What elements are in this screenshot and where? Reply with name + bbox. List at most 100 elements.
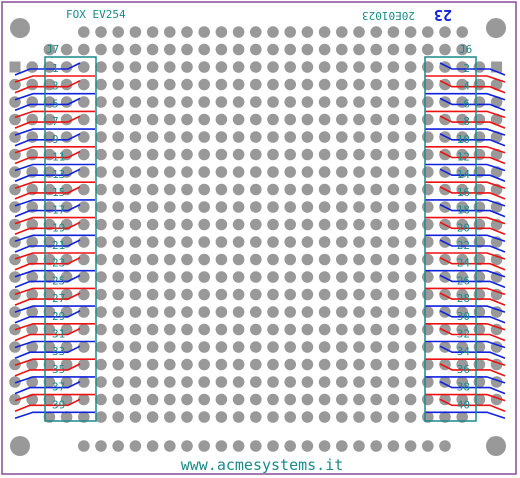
pad	[404, 218, 417, 231]
pad	[318, 26, 331, 38]
pad	[95, 358, 107, 371]
pad	[422, 96, 434, 108]
pad	[439, 43, 451, 56]
pin-label-j7: 21	[52, 239, 65, 252]
pad	[232, 78, 245, 91]
pad	[146, 96, 159, 108]
pad	[112, 201, 124, 213]
pad	[353, 26, 365, 38]
pad	[112, 341, 124, 353]
pad	[422, 288, 434, 301]
pad	[318, 113, 331, 126]
pad	[267, 113, 279, 126]
pad	[336, 306, 348, 318]
pad	[198, 78, 210, 91]
pad	[422, 358, 434, 371]
pad	[198, 236, 210, 248]
pad	[146, 183, 159, 196]
pad	[301, 288, 314, 301]
pad	[95, 218, 107, 231]
pad	[164, 78, 176, 91]
pad	[370, 376, 383, 388]
pad	[129, 113, 142, 126]
pad	[250, 358, 262, 371]
pad	[9, 183, 21, 196]
pad	[215, 201, 228, 213]
pad	[336, 78, 348, 91]
pad	[250, 201, 262, 213]
pad	[129, 43, 142, 56]
pad	[232, 201, 245, 213]
pad	[250, 376, 262, 388]
pin-label-j7: 37	[52, 381, 65, 394]
pad	[198, 393, 210, 406]
pad	[267, 96, 279, 108]
pad	[318, 358, 331, 371]
pad	[284, 358, 297, 371]
pin-label-j7: 29	[52, 310, 65, 323]
pad	[112, 78, 124, 91]
pad	[353, 43, 365, 56]
pad	[422, 78, 434, 91]
pad	[181, 201, 193, 213]
pad	[129, 271, 142, 283]
pad	[318, 78, 331, 91]
pad	[267, 148, 279, 161]
pad	[215, 131, 228, 143]
pad	[336, 376, 348, 388]
pad	[404, 236, 417, 248]
pin-label-j7: 19	[52, 221, 65, 234]
pad	[353, 201, 365, 213]
pad	[95, 148, 107, 161]
pad	[181, 358, 193, 371]
pad	[95, 43, 107, 56]
pad	[404, 61, 417, 73]
pin-label-j7: 27	[52, 292, 65, 305]
pad	[404, 376, 417, 388]
pad	[129, 148, 142, 161]
pad	[267, 253, 279, 266]
pad	[387, 236, 400, 248]
pad	[232, 376, 245, 388]
pin-label-j6: 2	[463, 62, 470, 75]
pin-label-j6: 4	[463, 80, 470, 93]
pad	[181, 166, 193, 178]
pad	[129, 376, 142, 388]
pad	[215, 236, 228, 248]
pad	[404, 288, 417, 301]
pad	[301, 61, 314, 73]
pad	[129, 183, 142, 196]
pad	[353, 358, 365, 371]
pad	[250, 236, 262, 248]
pad	[370, 341, 383, 353]
website-silkscreen: www.acmesystems.it	[181, 456, 344, 474]
pad	[336, 253, 348, 266]
pad	[318, 96, 331, 108]
pad	[267, 61, 279, 73]
pad	[198, 26, 210, 38]
pad	[60, 113, 73, 126]
pad	[78, 236, 90, 248]
pin-label-j7: 17	[52, 204, 65, 217]
pad	[95, 341, 107, 353]
pad	[95, 236, 107, 248]
pin-label-j6: 10	[457, 133, 470, 146]
pad	[387, 411, 400, 423]
pad	[164, 341, 176, 353]
pad	[164, 358, 176, 371]
pad	[387, 323, 400, 336]
pad	[250, 61, 262, 73]
pad	[232, 26, 245, 38]
pad	[164, 218, 176, 231]
pad	[215, 411, 228, 423]
pad	[181, 271, 193, 283]
pad	[60, 131, 73, 143]
pad	[370, 358, 383, 371]
pad	[95, 183, 107, 196]
pad	[146, 166, 159, 178]
pin-label-j7: 39	[52, 398, 65, 411]
pad	[250, 183, 262, 196]
pad	[284, 288, 297, 301]
pad	[284, 306, 297, 318]
pad	[353, 411, 365, 423]
